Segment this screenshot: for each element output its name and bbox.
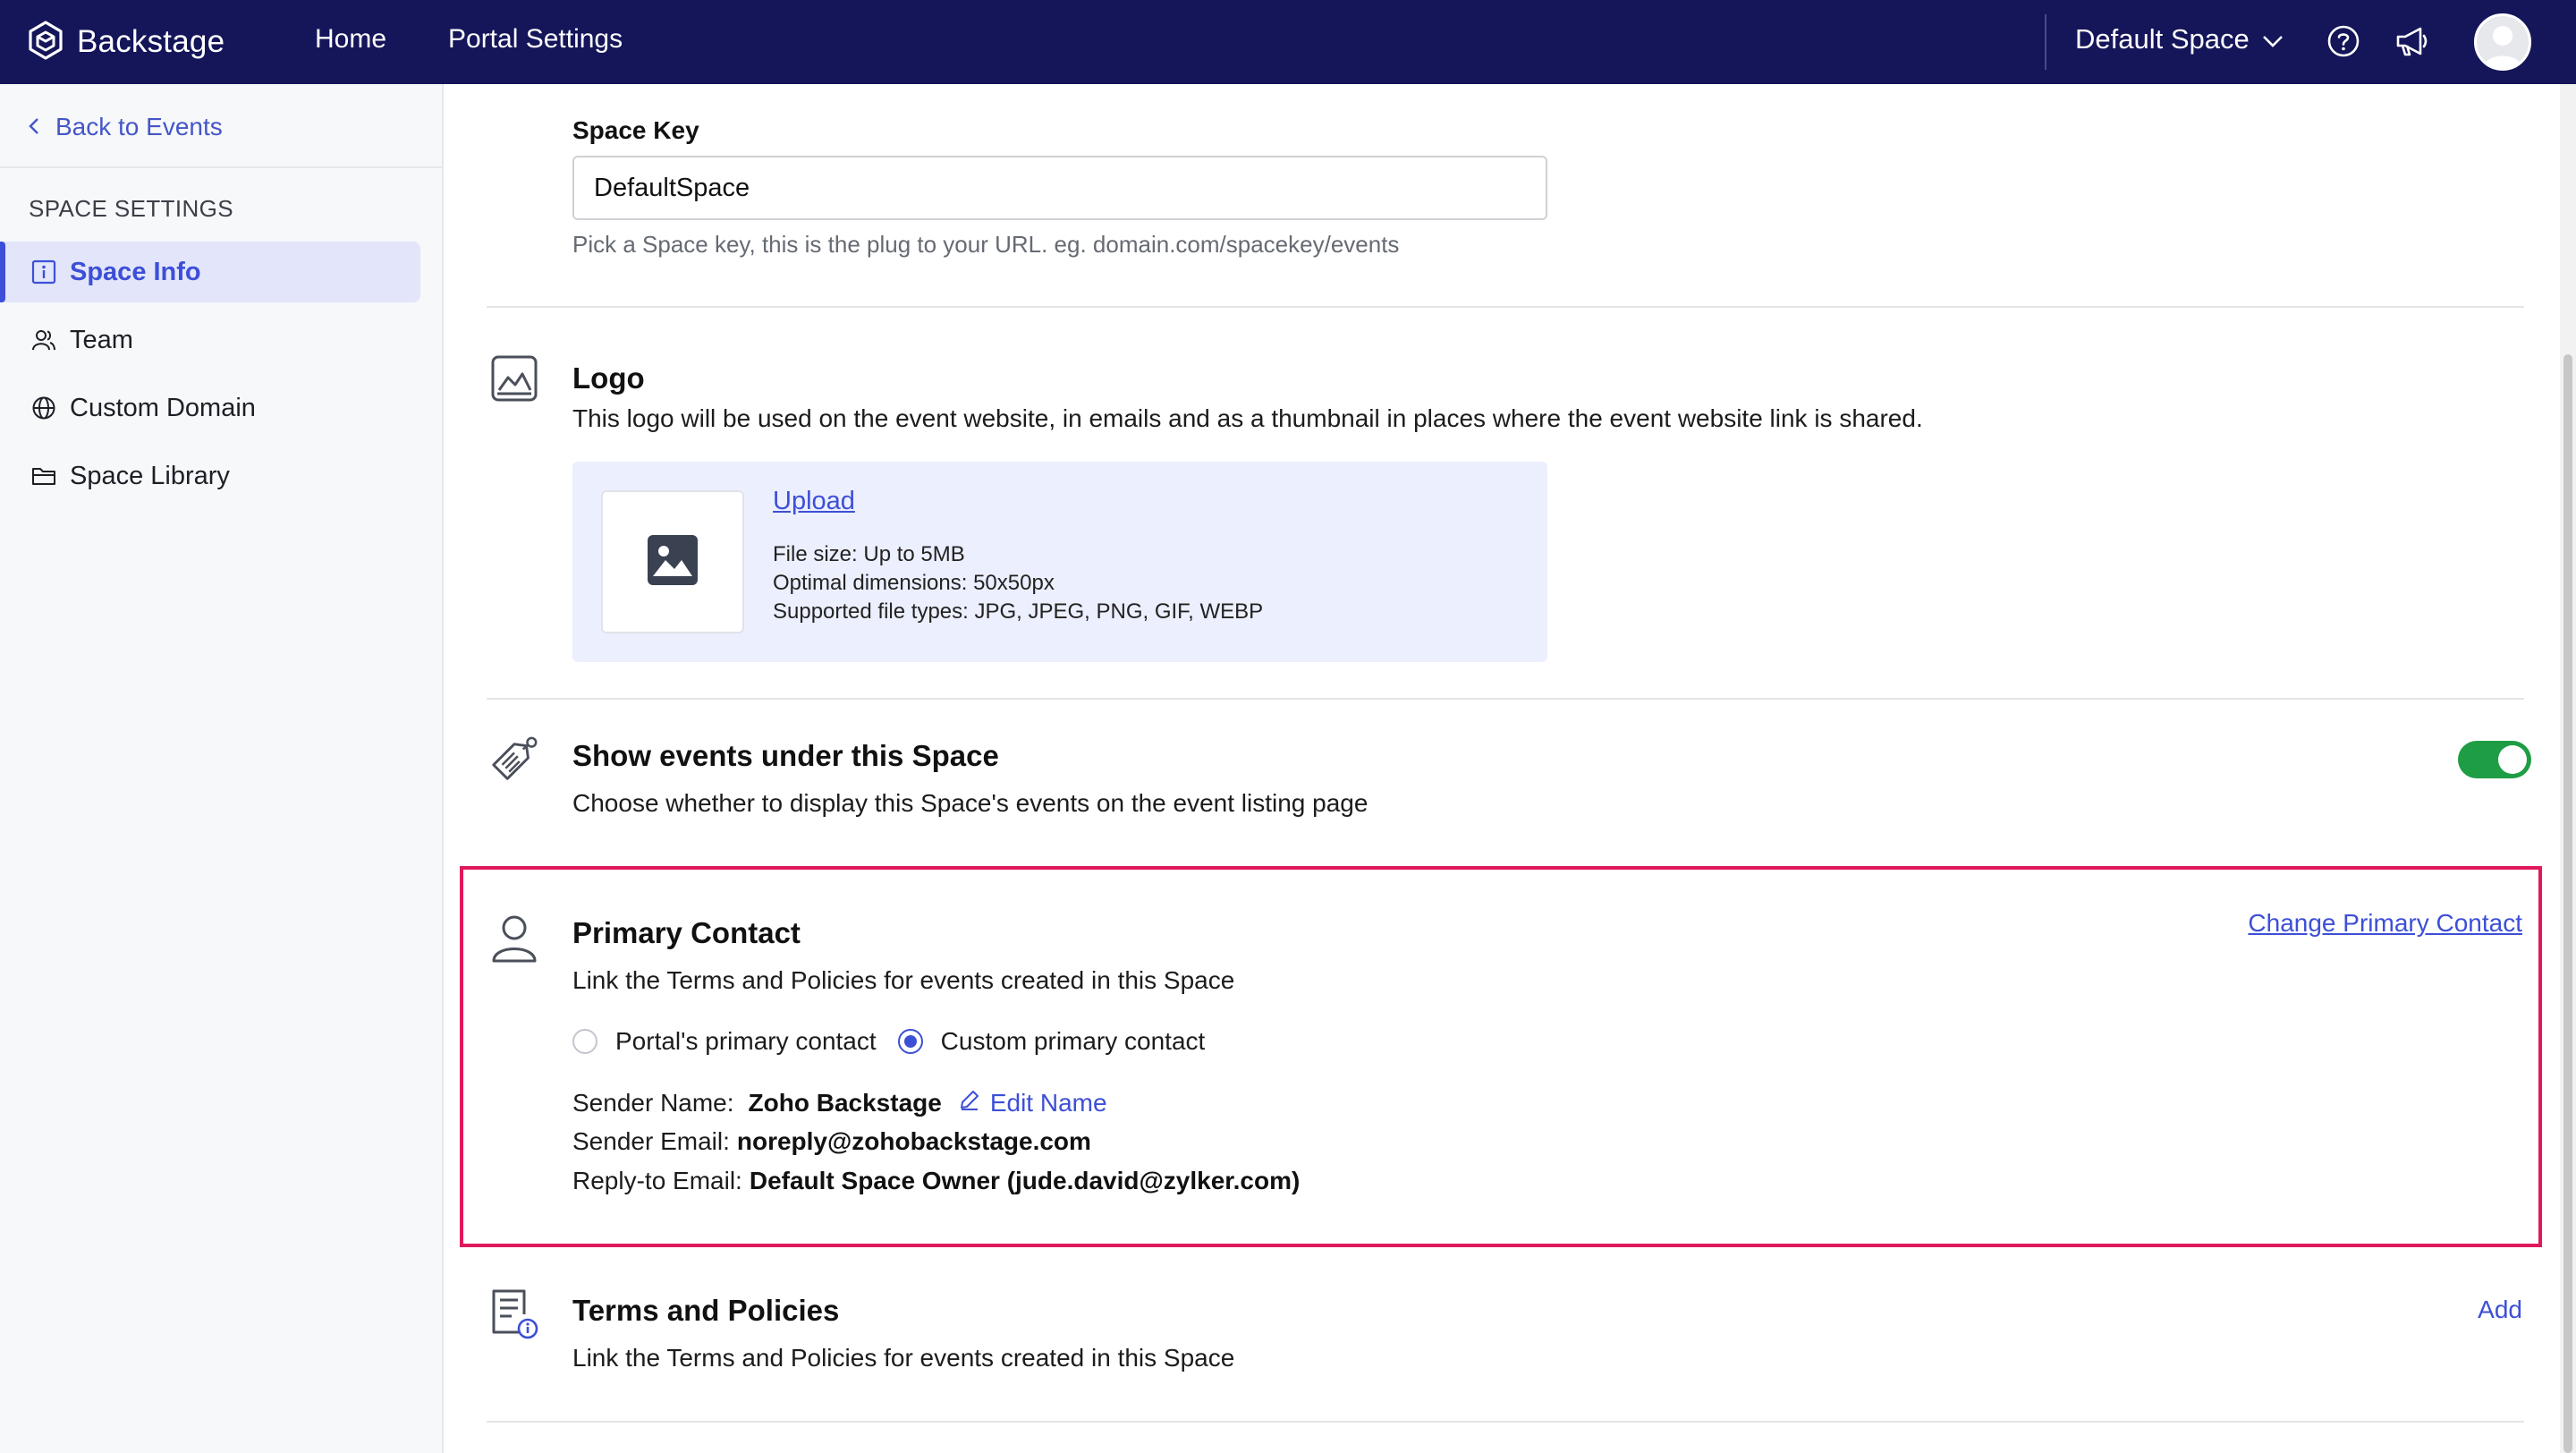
divider xyxy=(487,1421,2524,1423)
sidebar-item-custom-domain[interactable]: Custom Domain xyxy=(4,378,420,438)
terms-description: Link the Terms and Policies for events c… xyxy=(572,1344,1235,1372)
user-avatar[interactable] xyxy=(2474,13,2531,71)
nav-portal-settings[interactable]: Portal Settings xyxy=(448,24,623,55)
sidebar-item-space-library[interactable]: Space Library xyxy=(4,446,420,506)
show-events-title: Show events under this Space xyxy=(572,739,999,772)
folder-icon xyxy=(30,463,57,489)
image-frame-icon xyxy=(488,353,540,404)
show-events-description: Choose whether to display this Space's e… xyxy=(572,789,1368,817)
divider xyxy=(487,306,2524,308)
brand-name: Backstage xyxy=(77,24,225,59)
chevron-down-icon xyxy=(2250,23,2284,55)
sidebar-item-label: Custom Domain xyxy=(70,393,256,422)
change-primary-contact-link[interactable]: Change Primary Contact xyxy=(2248,909,2522,938)
toggle-knob xyxy=(2498,745,2527,774)
sidebar-item-team[interactable]: Team xyxy=(4,310,420,370)
file-size-info: File size: Up to 5MB xyxy=(773,542,965,566)
chevron-left-icon xyxy=(29,113,55,141)
radio-label: Custom primary contact xyxy=(940,1027,1206,1055)
reply-to-value: Default Space Owner (jude.david@zylker.c… xyxy=(749,1167,1301,1194)
space-key-input[interactable] xyxy=(572,156,1547,220)
divider xyxy=(0,166,442,168)
sender-email-label: Sender Email: xyxy=(572,1127,730,1155)
sidebar-item-label: Space Info xyxy=(70,257,201,286)
logo-upload-area[interactable]: Upload File size: Up to 5MB Optimal dime… xyxy=(572,462,1547,662)
policy-document-icon xyxy=(488,1288,540,1340)
space-selector-label: Default Space xyxy=(2075,23,2250,55)
logo-thumbnail xyxy=(601,490,744,633)
sender-email-row: Sender Email: noreply@zohobackstage.com xyxy=(572,1127,1091,1156)
top-navigation-bar: Backstage Home Portal Settings Default S… xyxy=(0,0,2576,84)
megaphone-icon[interactable] xyxy=(2394,23,2431,59)
logo-section-description: This logo will be used on the event webs… xyxy=(572,404,1923,432)
sender-name-value: Zoho Backstage xyxy=(748,1088,942,1117)
sidebar-item-label: Space Library xyxy=(70,461,230,490)
file-types-info: Supported file types: JPG, JPEG, PNG, GI… xyxy=(773,599,1264,624)
pencil-icon xyxy=(958,1088,990,1117)
space-selector[interactable]: Default Space xyxy=(2075,23,2284,55)
nav-home[interactable]: Home xyxy=(315,24,386,55)
edit-name-button[interactable]: Edit Name xyxy=(958,1088,1107,1117)
radio-custom-primary-contact[interactable] xyxy=(897,1029,923,1054)
back-to-events-link[interactable]: Back to Events xyxy=(29,113,223,141)
upload-link[interactable]: Upload xyxy=(773,487,855,516)
logo-section-title: Logo xyxy=(572,361,645,395)
radio-label: Portal's primary contact xyxy=(615,1027,877,1055)
primary-contact-options: Portal's primary contact Custom primary … xyxy=(572,1027,1226,1056)
help-icon[interactable] xyxy=(2326,23,2361,59)
sidebar-item-space-info[interactable]: Space Info xyxy=(0,242,420,302)
dimensions-info: Optimal dimensions: 50x50px xyxy=(773,571,1055,595)
divider xyxy=(2045,14,2046,70)
edit-name-label: Edit Name xyxy=(989,1088,1107,1117)
radio-portal-primary-contact[interactable] xyxy=(572,1029,597,1054)
backstage-logo-icon xyxy=(27,20,64,65)
image-placeholder-icon xyxy=(646,533,699,591)
sender-name-row: Sender Name: Zoho Backstage Edit Name xyxy=(572,1088,1107,1117)
space-key-hint: Pick a Space key, this is the plug to yo… xyxy=(572,231,1400,258)
add-terms-button[interactable]: Add xyxy=(2478,1296,2522,1324)
back-to-events-label: Back to Events xyxy=(55,113,223,140)
reply-to-row: Reply-to Email: Default Space Owner (jud… xyxy=(572,1167,1300,1195)
sender-name-label: Sender Name: xyxy=(572,1088,734,1117)
brand[interactable]: Backstage xyxy=(27,20,225,64)
primary-contact-title: Primary Contact xyxy=(572,916,801,949)
sender-email-value: noreply@zohobackstage.com xyxy=(736,1127,1091,1155)
info-icon xyxy=(30,259,57,285)
reply-to-label: Reply-to Email: xyxy=(572,1167,742,1194)
scrollbar-thumb[interactable] xyxy=(2563,354,2572,1453)
tag-icon xyxy=(488,735,540,787)
divider xyxy=(487,698,2524,700)
show-events-toggle[interactable] xyxy=(2458,741,2531,778)
sidebar-item-label: Team xyxy=(70,325,133,354)
team-icon xyxy=(30,327,57,353)
globe-icon xyxy=(30,395,57,421)
primary-contact-description: Link the Terms and Policies for events c… xyxy=(572,966,1235,994)
sidebar: Back to Events SPACE SETTINGS Space Info… xyxy=(0,84,444,1453)
sidebar-heading: SPACE SETTINGS xyxy=(29,195,234,222)
user-icon xyxy=(488,913,540,964)
space-key-label: Space Key xyxy=(572,116,699,144)
terms-title: Terms and Policies xyxy=(572,1294,840,1327)
